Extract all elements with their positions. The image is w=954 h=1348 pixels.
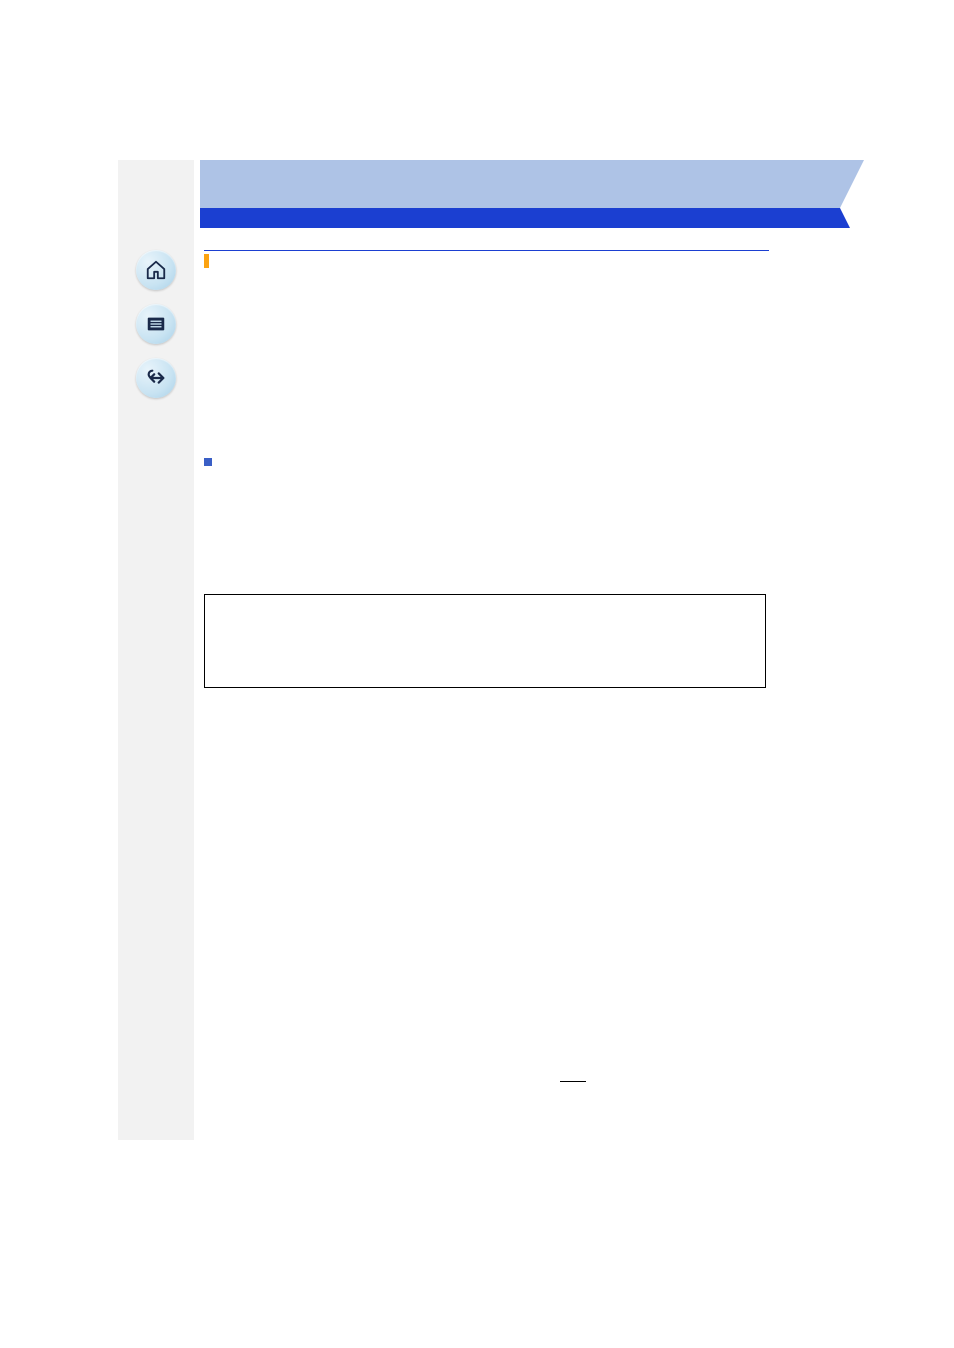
section-marker	[204, 254, 209, 268]
banner-bottom-stripe	[200, 208, 892, 228]
home-button[interactable]	[136, 250, 176, 290]
page-number-underline	[560, 1081, 586, 1082]
menu-icon	[145, 313, 167, 335]
bullet-icon	[204, 458, 212, 466]
back-icon	[145, 367, 167, 389]
menu-button[interactable]	[136, 304, 176, 344]
content-area	[204, 160, 838, 228]
section-divider	[204, 250, 769, 251]
nav-button-group	[136, 250, 176, 398]
home-icon	[145, 259, 167, 281]
banner-top-stripe	[200, 160, 892, 208]
chapter-banner	[200, 160, 892, 228]
back-button[interactable]	[136, 358, 176, 398]
sidebar	[118, 160, 194, 1140]
page-frame	[118, 160, 838, 1140]
callout-box	[204, 594, 766, 688]
